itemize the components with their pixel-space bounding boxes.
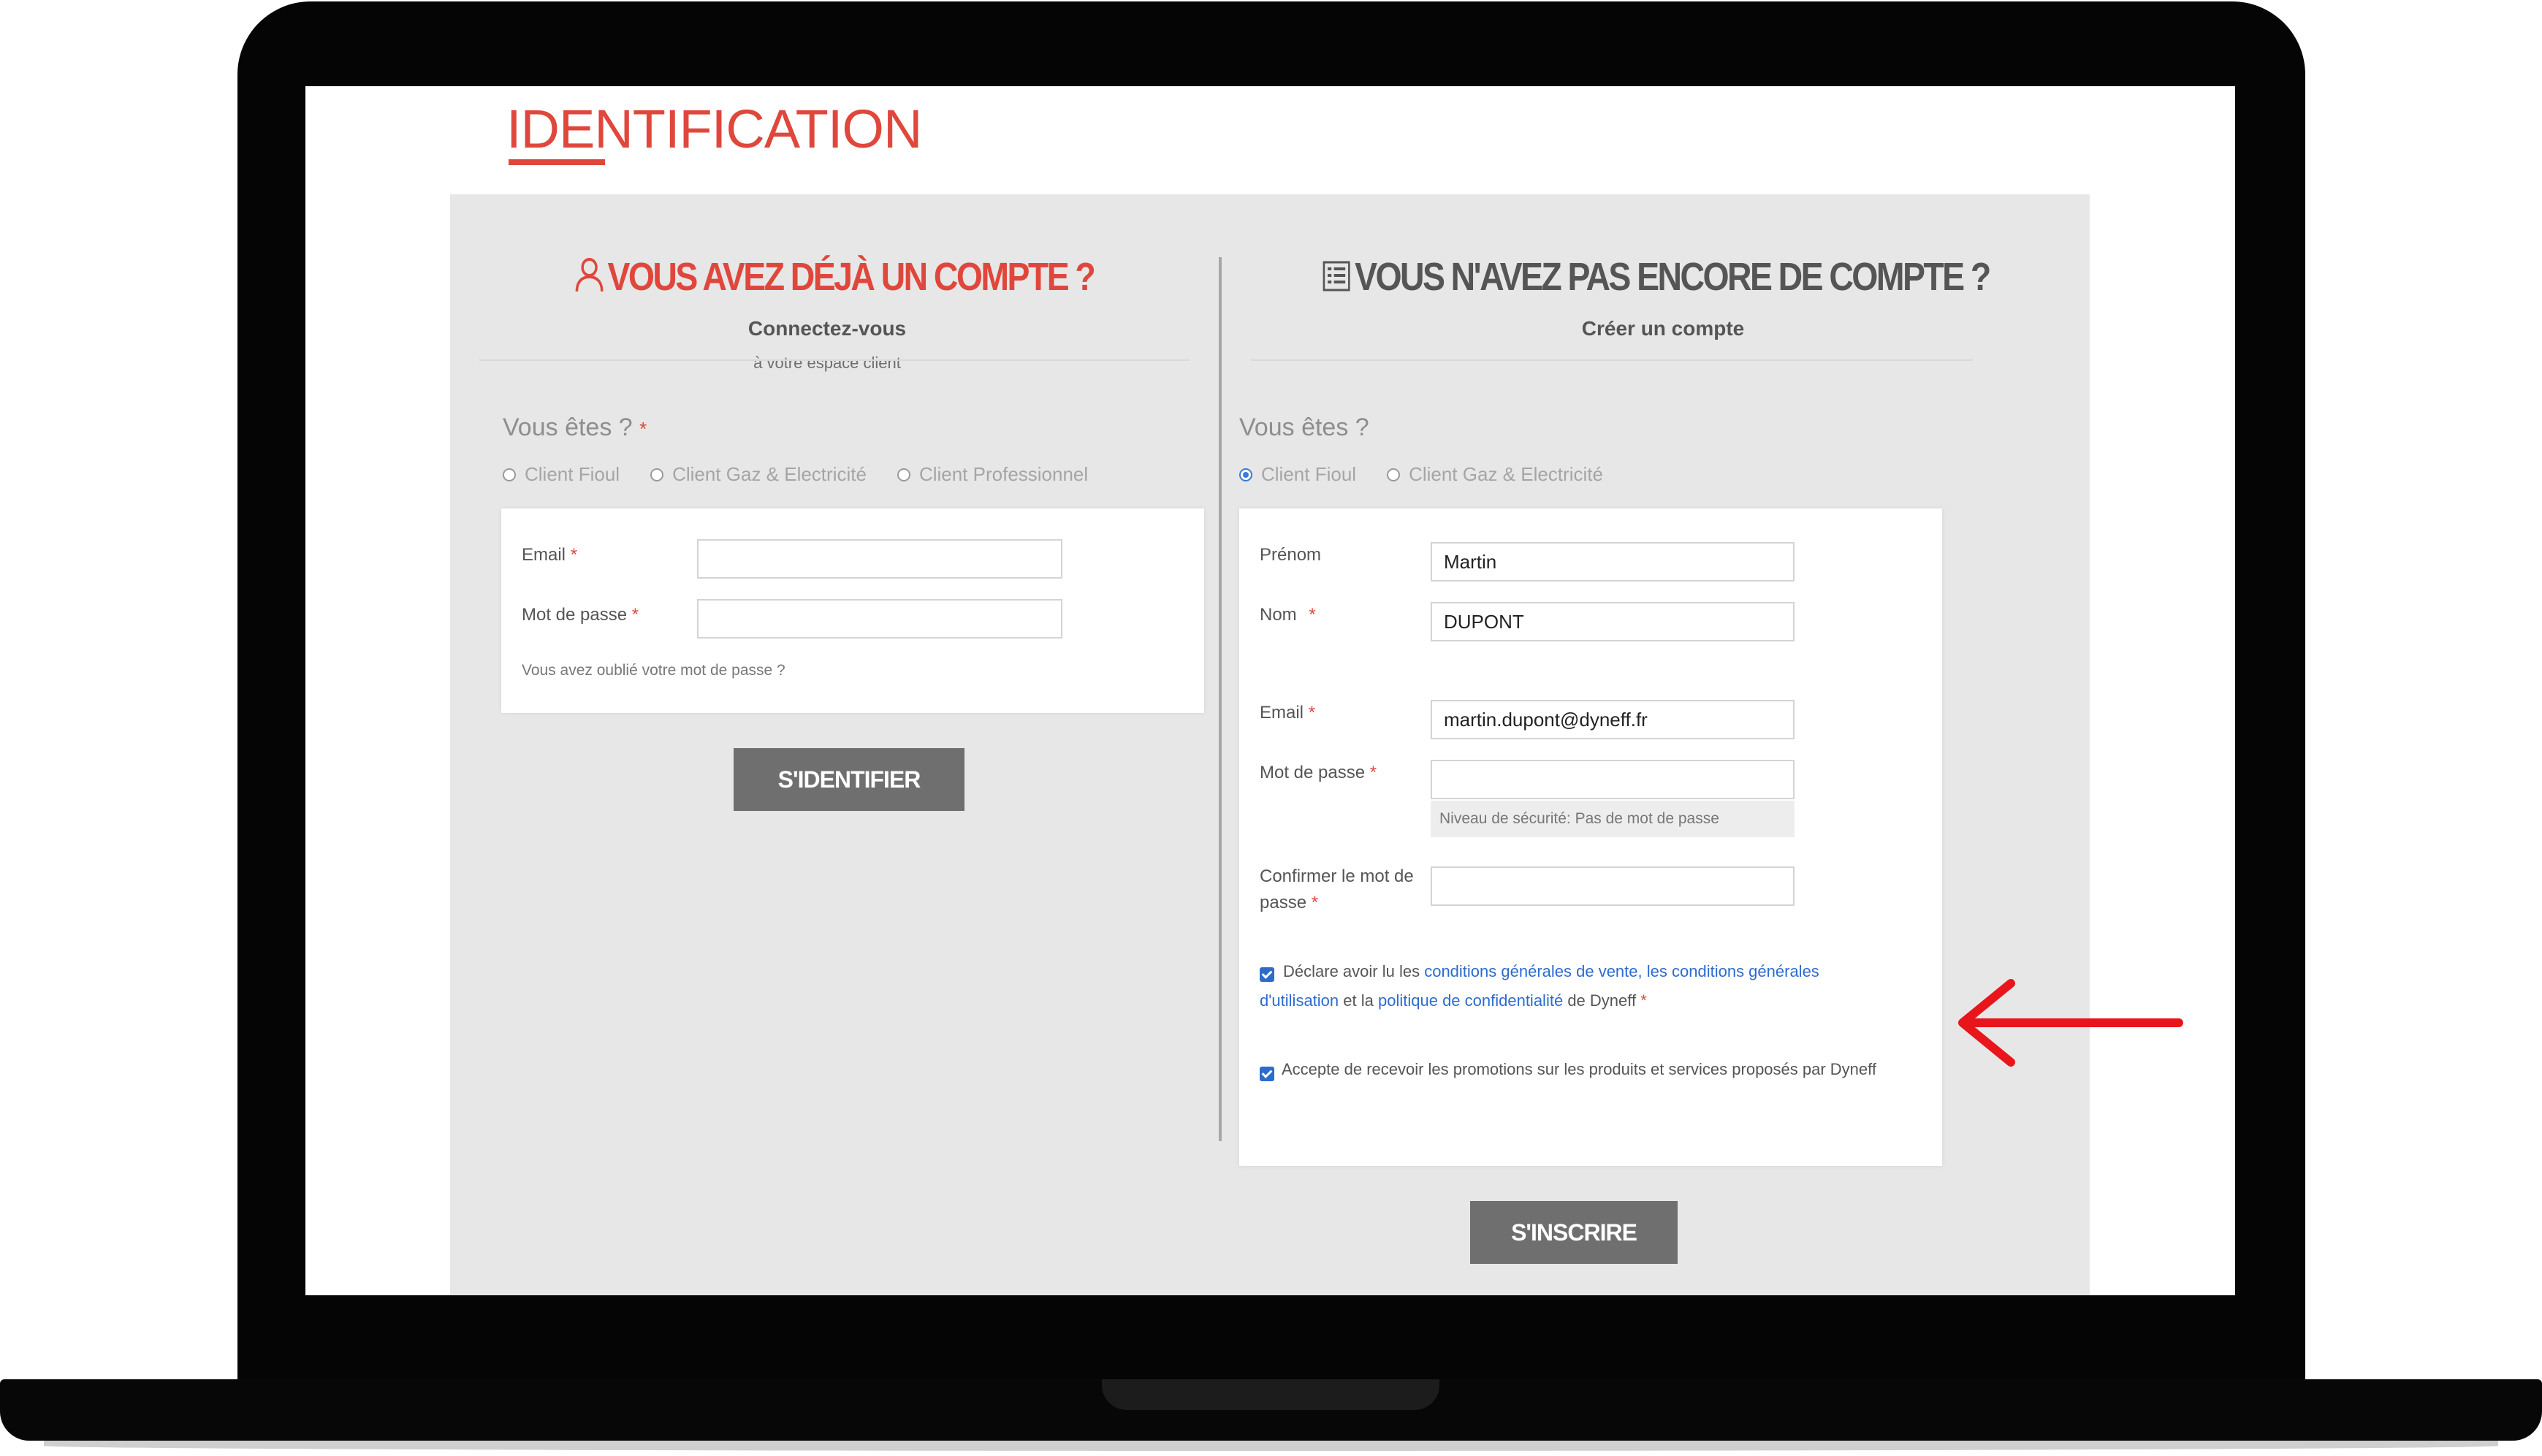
required-marker: * — [631, 605, 639, 625]
radio-button[interactable] — [503, 468, 516, 481]
firstname-input[interactable] — [1431, 542, 1795, 582]
screen: IDENTIFICATION VOUS AVEZ DÉJÀ UN COMPTE … — [305, 86, 2235, 1295]
confirm-label-line2: passe — [1260, 893, 1307, 912]
title-underline — [509, 159, 605, 165]
required-marker: * — [1308, 703, 1316, 723]
required-marker: * — [1311, 893, 1319, 912]
forgot-password-link[interactable]: Vous avez oublié votre mot de passe ? — [522, 662, 785, 679]
identification-panel: VOUS AVEZ DÉJÀ UN COMPTE ? Connectez-vou… — [450, 194, 2090, 1295]
login-question: Vous êtes ? * — [503, 413, 647, 442]
radio-client-fioul[interactable]: Client Fioul — [1239, 463, 1356, 486]
radio-label: Client Gaz & Electricité — [1409, 463, 1603, 485]
radio-label: Client Gaz & Electricité — [672, 463, 867, 485]
user-icon — [575, 256, 604, 302]
required-marker: * — [1369, 763, 1377, 782]
login-submit-button[interactable]: S'IDENTIFIER — [734, 748, 964, 811]
register-question: Vous êtes ? — [1239, 413, 1369, 441]
link-cgv[interactable]: conditions générales de vente, — [1424, 962, 1642, 980]
terms-text-line2: d'utilisation et la politique de confide… — [1260, 986, 1647, 1015]
login-subheading: Connectez-vous — [747, 317, 907, 340]
confirm-label-line1: Confirmer le mot de — [1260, 866, 1414, 886]
password-label: Mot de passe * — [522, 602, 639, 628]
radio-client-professionnel[interactable]: Client Professionnel — [897, 463, 1088, 486]
login-client-type-radios: Client Fioul Client Gaz & Electricité Cl… — [503, 463, 1088, 486]
link-cgu[interactable]: les conditions générales — [1647, 962, 1819, 980]
arrow-left-icon — [1958, 979, 2183, 1067]
register-password-input[interactable] — [1431, 760, 1795, 799]
radio-client-fioul[interactable]: Client Fioul — [503, 463, 620, 486]
email-label: Email * — [522, 542, 577, 568]
page-title: IDENTIFICATION — [506, 99, 922, 159]
radio-client-gaz-electricite[interactable]: Client Gaz & Electricité — [1387, 463, 1603, 486]
login-tagline: à votre espace client — [753, 354, 901, 372]
email-label-text: Email — [522, 545, 566, 565]
register-email-input[interactable] — [1431, 700, 1795, 739]
promo-checkbox[interactable] — [1260, 1067, 1274, 1081]
password-label-text: Mot de passe — [1260, 763, 1366, 782]
confirm-password-label: Confirmer le mot de passe * — [1260, 864, 1414, 916]
terms-suffix: de Dyneff — [1567, 991, 1637, 1010]
password-label-text: Mot de passe — [522, 605, 628, 625]
email-label-text: Email — [1260, 703, 1304, 723]
login-password-row: Mot de passe * — [522, 599, 1184, 643]
link-privacy[interactable]: politique de confidentialité — [1378, 991, 1563, 1010]
password-label: Mot de passe * — [1260, 760, 1377, 786]
password-strength-indicator: Niveau de sécurité: Pas de mot de passe — [1431, 801, 1795, 837]
required-marker: * — [570, 545, 578, 565]
form-list-icon — [1322, 257, 1351, 302]
login-heading-text: VOUS AVEZ DÉJÀ UN COMPTE ? — [607, 255, 1095, 299]
firstname-label: Prénom — [1260, 545, 1322, 565]
promo-consent-text: Accepte de recevoir les promotions sur l… — [1282, 1060, 1876, 1078]
column-divider — [1219, 257, 1222, 1141]
radio-label: Client Professionnel — [918, 463, 1089, 485]
radio-button-selected[interactable] — [1239, 468, 1252, 481]
lastname-input[interactable] — [1431, 602, 1795, 641]
radio-button[interactable] — [650, 468, 664, 481]
terms-and: et la — [1343, 991, 1374, 1010]
terms-prefix: Déclare avoir lu les — [1283, 962, 1420, 980]
login-form-card: Email * Mot de passe * Vous avez oublié … — [501, 508, 1204, 713]
register-client-type-radios: Client Fioul Client Gaz & Electricité — [1239, 463, 1603, 486]
register-submit-button[interactable]: S'INSCRIRE — [1470, 1201, 1678, 1264]
radio-button[interactable] — [1387, 468, 1401, 481]
lastname-label: Nom * — [1260, 602, 1316, 628]
terms-checkbox[interactable] — [1260, 967, 1274, 982]
confirm-password-input[interactable] — [1431, 866, 1795, 906]
required-marker: * — [639, 418, 647, 440]
register-form-card: Prénom Nom * Email * Mot de passe * — [1239, 508, 1942, 1166]
register-separator — [1251, 359, 1973, 361]
radio-label: Client Fioul — [1261, 463, 1357, 485]
link-cgu-cont[interactable]: d'utilisation — [1260, 991, 1339, 1010]
email-label: Email * — [1260, 700, 1315, 726]
register-heading-text: VOUS N'AVEZ PAS ENCORE DE COMPTE ? — [1355, 255, 1991, 299]
lastname-label-text: Nom — [1260, 605, 1297, 625]
terms-text-line1: Déclare avoir lu les conditions générale… — [1283, 957, 1819, 986]
login-password-input[interactable] — [697, 599, 1062, 639]
register-subheading: Créer un compte — [1581, 317, 1745, 340]
required-marker: * — [1640, 991, 1647, 1010]
register-heading: VOUS N'AVEZ PAS ENCORE DE COMPTE ? — [1282, 254, 2029, 302]
radio-button[interactable] — [897, 468, 910, 481]
laptop-notch — [1102, 1379, 1439, 1410]
laptop-base-shadow — [44, 1441, 2498, 1451]
login-email-row: Email * — [522, 539, 1184, 583]
login-separator — [479, 359, 1190, 361]
radio-label: Client Fioul — [525, 463, 620, 485]
required-marker: * — [1309, 605, 1316, 625]
login-heading: VOUS AVEZ DÉJÀ UN COMPTE ? — [504, 254, 1165, 302]
login-email-input[interactable] — [697, 539, 1062, 579]
radio-client-gaz-electricite[interactable]: Client Gaz & Electricité — [650, 463, 867, 486]
login-question-label: Vous êtes ? — [503, 413, 633, 441]
